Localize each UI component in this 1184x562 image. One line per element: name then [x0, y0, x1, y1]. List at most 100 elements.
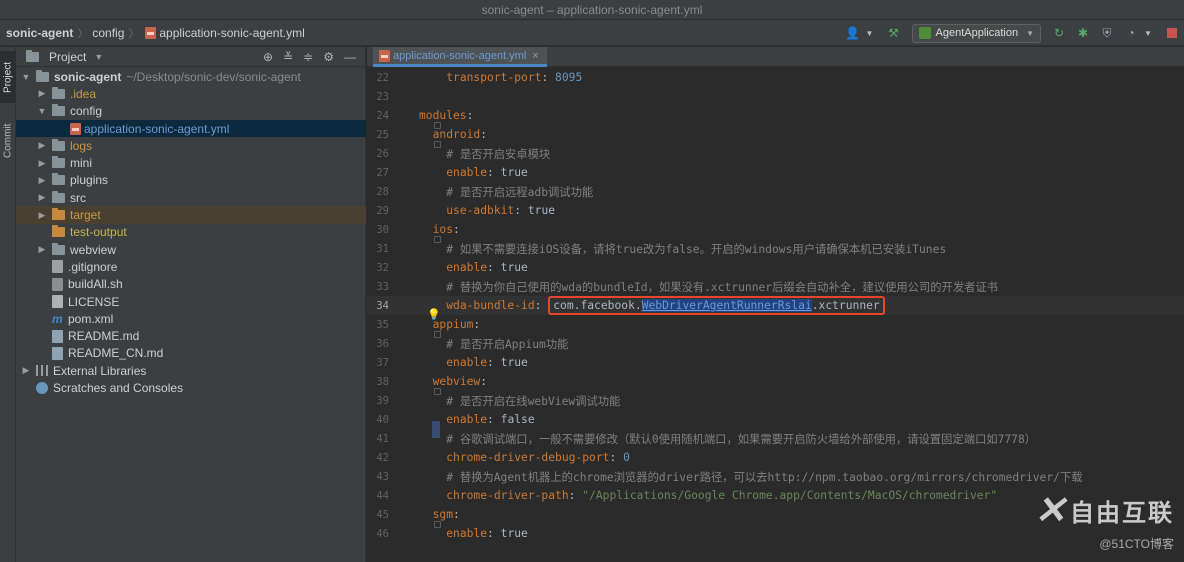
hide-icon[interactable]: —: [344, 50, 356, 64]
chevron-right-icon[interactable]: ▶: [36, 88, 48, 99]
stop-icon[interactable]: [1163, 24, 1181, 42]
folder-icon: [36, 69, 49, 82]
gear-icon[interactable]: ⚙: [323, 50, 334, 64]
watermark-brand: 自由互联: [1070, 500, 1174, 527]
code-line: 43 # 替换为Agent机器上的chrome浏览器的driver路径，可以去h…: [367, 467, 1184, 486]
chevron-right-icon[interactable]: ▶: [20, 365, 32, 376]
run-configuration-select[interactable]: AgentApplication ▼: [911, 23, 1041, 43]
tree-node-pom[interactable]: m pom.xml: [16, 310, 366, 327]
chevron-right-icon[interactable]: ▶: [36, 210, 48, 221]
tree-node-test-output[interactable]: test-output: [16, 224, 366, 241]
tree-node-src[interactable]: ▶ src: [16, 189, 366, 206]
tree-node-label: External Libraries: [53, 363, 147, 378]
markdown-file-icon: [52, 346, 63, 360]
tree-node-label: sonic-agent: [54, 69, 122, 84]
code-line: 40 enable: false: [367, 410, 1184, 438]
project-tool-tab-label: Project: [2, 61, 14, 93]
debug-icon[interactable]: ✱: [1074, 24, 1092, 42]
tree-node-label: buildAll.sh: [68, 277, 123, 292]
line-content: enable: true: [446, 166, 528, 179]
collapse-all-icon[interactable]: ≑: [303, 50, 313, 64]
chevron-right-icon[interactable]: ▶: [36, 175, 48, 186]
line-number: 28: [376, 185, 389, 198]
breadcrumb-item-project[interactable]: sonic-agent: [6, 26, 73, 40]
chevron-right-icon[interactable]: ▶: [36, 158, 48, 169]
line-content: transport-port: 8095: [446, 71, 583, 84]
tree-node-yml[interactable]: ▶ application-sonic-agent.yml: [16, 119, 366, 138]
line-content: # 替换为你自己使用的wda的bundleId，如果没有.xctrunner后缀…: [446, 280, 999, 294]
tree-node-webview[interactable]: ▶ webview: [16, 241, 366, 258]
line-number: 27: [376, 166, 389, 179]
rerun-icon[interactable]: ↻: [1050, 24, 1068, 42]
project-view-selector[interactable]: Project: [49, 50, 86, 64]
tree-node-target[interactable]: ▶ target: [16, 206, 366, 224]
close-icon[interactable]: ×: [532, 50, 538, 62]
tree-node-readme-cn[interactable]: README_CN.md: [16, 345, 366, 362]
tree-node-readme[interactable]: README.md: [16, 327, 366, 344]
code-line: 37 enable: true: [367, 353, 1184, 372]
line-content: # 替换为Agent机器上的chrome浏览器的driver路径，可以去http…: [446, 470, 1083, 484]
commit-tool-tab[interactable]: Commit: [0, 115, 16, 167]
editor-tab-yml[interactable]: application-sonic-agent.yml ×: [373, 47, 547, 67]
chevron-down-icon[interactable]: ▼: [861, 24, 879, 42]
coverage-icon[interactable]: ⛨: [1098, 24, 1116, 42]
line-number: 34: [376, 299, 389, 312]
scratches-icon: [36, 381, 48, 394]
project-panel: Project ▼ ⊕ ≚ ≑ ⚙ — ▼ sonic-agent ~/Desk…: [16, 47, 366, 562]
line-content: # 是否开启远程adb调试功能: [446, 185, 594, 199]
chevron-right-icon[interactable]: ▶: [36, 140, 48, 151]
tree-node-root[interactable]: ▼ sonic-agent ~/Desktop/sonic-dev/sonic-…: [16, 68, 366, 85]
tree-node-buildall[interactable]: buildAll.sh: [16, 276, 366, 293]
expand-all-icon[interactable]: ≚: [283, 50, 293, 64]
line-number: 42: [376, 451, 389, 464]
selected-text: WebDriverAgentRunnerRslai: [641, 299, 812, 312]
yaml-file-icon: [379, 49, 390, 62]
watermark-sub: @51CTO博客: [1099, 537, 1174, 551]
tree-node-plugins[interactable]: ▶ plugins: [16, 172, 366, 189]
chevron-down-icon[interactable]: ▼: [94, 52, 103, 62]
tree-node-label: target: [70, 208, 101, 223]
user-icon[interactable]: 👤: [844, 24, 862, 42]
gitignore-file-icon: [52, 260, 63, 274]
line-content: wda-bundle-id: com.facebook.WebDriverAge…: [419, 296, 885, 315]
chevron-right-icon: 〉: [128, 27, 140, 40]
code-line: 22 transport-port: 8095: [367, 68, 1184, 87]
chevron-down-icon[interactable]: ▼: [36, 106, 48, 116]
chevron-down-icon[interactable]: ▼: [20, 72, 32, 82]
tree-node-idea[interactable]: ▶ .idea: [16, 85, 366, 102]
breadcrumb-item-file[interactable]: application-sonic-agent.yml: [159, 26, 304, 40]
chevron-down-icon[interactable]: ▼: [1139, 24, 1157, 42]
chevron-right-icon[interactable]: ▶: [36, 192, 48, 203]
tree-node-scratches[interactable]: Scratches and Consoles: [16, 379, 366, 396]
tree-node-path: ~/Desktop/sonic-dev/sonic-agent: [126, 69, 301, 84]
tree-node-logs[interactable]: ▶ logs: [16, 137, 366, 154]
code-area[interactable]: 22 transport-port: 8095 23 24 modules: 2…: [367, 68, 1184, 543]
profile-icon[interactable]: ◔: [1122, 24, 1140, 42]
maven-icon: m: [52, 311, 63, 326]
line-number: 22: [376, 71, 389, 84]
line-content: chrome-driver-debug-port: 0: [446, 451, 630, 464]
tree-node-config[interactable]: ▼ config: [16, 103, 366, 120]
locate-icon[interactable]: ⊕: [263, 50, 273, 64]
tree-node-external-libraries[interactable]: ▶ External Libraries: [16, 362, 366, 379]
project-tool-tab[interactable]: Project: [0, 51, 16, 103]
folder-icon: [52, 208, 65, 221]
line-content: # 是否开启安卓模块: [446, 147, 551, 161]
yaml-file-icon: [70, 122, 81, 135]
line-content: android:: [432, 128, 488, 141]
line-content: chrome-driver-path: "/Applications/Googl…: [446, 489, 998, 502]
window-titlebar: sonic-agent – application-sonic-agent.ym…: [0, 0, 1184, 20]
breadcrumb-item-config[interactable]: config: [92, 26, 124, 40]
tree-node-gitignore[interactable]: .gitignore: [16, 258, 366, 275]
chevron-right-icon[interactable]: ▶: [36, 244, 48, 255]
line-content: ios:: [432, 223, 460, 236]
tree-node-label: README_CN.md: [68, 346, 164, 361]
line-number: 44: [376, 489, 389, 502]
tree-node-label: pom.xml: [68, 311, 114, 326]
tree-node-label: LICENSE: [68, 294, 120, 309]
code-line: 25 android:: [367, 125, 1184, 148]
line-number: 31: [376, 242, 389, 255]
tree-node-mini[interactable]: ▶ mini: [16, 154, 366, 171]
tree-node-license[interactable]: LICENSE: [16, 293, 366, 310]
build-hammer-icon[interactable]: ⚒: [885, 24, 903, 42]
